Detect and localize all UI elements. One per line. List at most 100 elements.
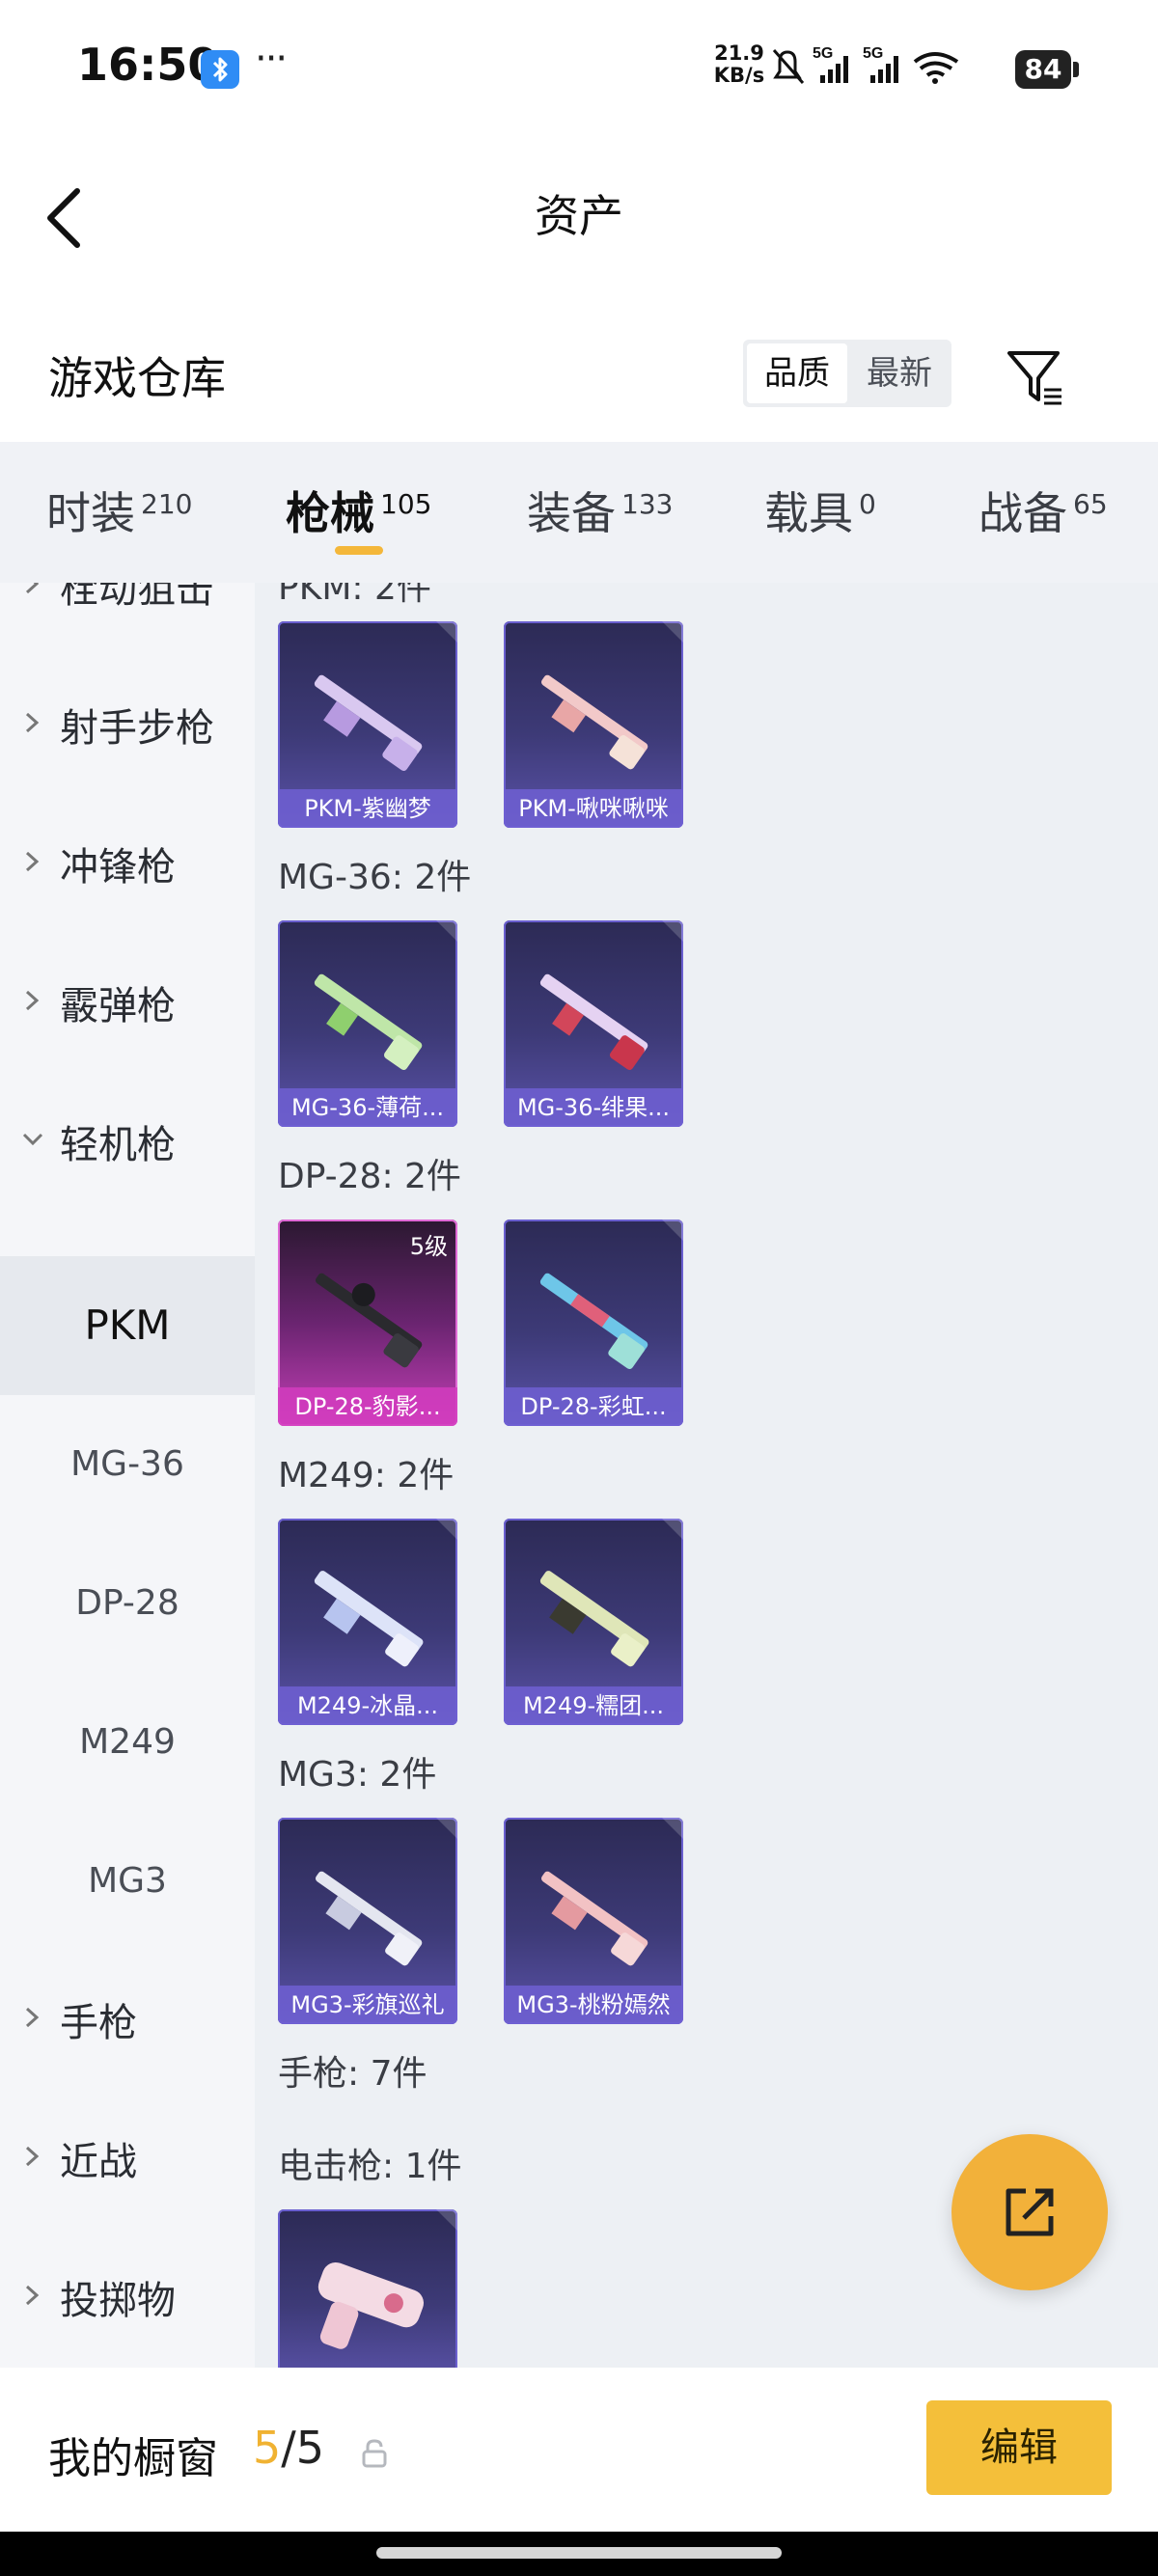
edit-button[interactable]: 编辑 <box>926 2400 1112 2495</box>
share-button[interactable] <box>951 2134 1108 2290</box>
bluetooth-icon <box>201 50 239 89</box>
sidebar-item-smg[interactable]: 冲锋枪 <box>0 795 255 934</box>
gun-image <box>541 674 648 770</box>
more-notifications-icon: ··· <box>255 37 288 81</box>
section-title-pistol: 手枪: 7件 <box>278 2054 427 2094</box>
tab-label: 枪械 <box>286 487 374 539</box>
showcase-current: 5 <box>253 2422 282 2474</box>
sidebar-item-label: 栓动狙击 <box>60 583 214 612</box>
lock-icon <box>362 2439 387 2468</box>
sidebar-item-melee[interactable]: 近战 <box>0 2090 255 2229</box>
card-corner <box>436 621 457 643</box>
card-label: MG-36-薄荷... <box>278 1088 457 1127</box>
section-title-mg3: MG3: 2件 <box>278 1755 437 1795</box>
section-title-pkm: PKM: 2件 <box>278 583 431 608</box>
sort-newest-button[interactable]: 最新 <box>849 343 950 403</box>
section-title-taser: 电击枪: 1件 <box>278 2147 462 2186</box>
item-card[interactable]: M249-糯团... <box>504 1519 683 1725</box>
card-label: DP-28-豹影... <box>278 1387 457 1426</box>
sidebar-item-shotgun[interactable]: 霰弹枪 <box>0 934 255 1073</box>
sidebar-item-label: 射手步枪 <box>60 706 214 751</box>
sidebar-sub-dp28[interactable]: DP-28 <box>0 1534 255 1673</box>
sidebar-item-label: 近战 <box>60 2140 137 2184</box>
share-icon <box>1006 2188 1054 2236</box>
sidebar-item-label: 投掷物 <box>60 2279 176 2323</box>
card-label: MG-36-绯果... <box>504 1088 683 1127</box>
item-card[interactable]: MG3-彩旗巡礼 <box>278 1818 457 2024</box>
tab-equipment[interactable]: 装备 133 <box>527 479 673 546</box>
signal-5g-1-icon: 5G <box>813 45 848 83</box>
card-corner <box>662 1818 683 1839</box>
filter-icon[interactable] <box>1002 343 1069 411</box>
wifi-icon <box>913 52 959 84</box>
sidebar-item-label: 轻机枪 <box>60 1123 176 1167</box>
item-card[interactable]: PKM-紫幽梦 <box>278 621 457 828</box>
sidebar-sub-mg3[interactable]: MG3 <box>0 1812 255 1951</box>
item-card[interactable]: MG-36-薄荷... <box>278 920 457 1127</box>
gun-image <box>314 973 423 1071</box>
sidebar-sub-m249[interactable]: M249 <box>0 1673 255 1812</box>
card-label: MG3-彩旗巡礼 <box>278 1986 457 2024</box>
tab-count: 65 <box>1073 488 1108 520</box>
sidebar-item-marksman[interactable]: 射手步枪 <box>0 656 255 795</box>
item-card[interactable]: DP-28-彩虹... <box>504 1219 683 1426</box>
tab-label: 载具 <box>764 487 853 539</box>
item-card[interactable]: PKM-啾咪啾咪 <box>504 621 683 828</box>
sidebar-item-throwables[interactable]: 投掷物 <box>0 2229 255 2368</box>
card-label: M249-糯团... <box>504 1686 683 1725</box>
chevron-right-icon <box>25 2146 40 2167</box>
card-label: DP-28-彩虹... <box>504 1387 683 1426</box>
mute-icon <box>772 49 805 84</box>
tab-count: 133 <box>621 488 674 520</box>
item-card[interactable]: MG3-桃粉嫣然 <box>504 1818 683 2024</box>
gun-image <box>316 1871 423 1966</box>
tab-label: 战备 <box>979 487 1067 539</box>
card-label: PKM-紫幽梦 <box>278 789 457 828</box>
nav-bar: 资产 <box>0 135 1158 280</box>
card-corner <box>662 621 683 643</box>
svg-text:5G: 5G <box>813 45 833 62</box>
chevron-right-icon <box>25 2285 40 2306</box>
item-card[interactable] <box>278 2209 457 2368</box>
item-card[interactable]: M249-冰晶... <box>278 1519 457 1725</box>
net-speed-unit: KB/s <box>713 64 765 87</box>
tab-vehicles[interactable]: 载具 0 <box>764 479 876 546</box>
chevron-right-icon <box>25 2007 40 2028</box>
showcase-total: /5 <box>281 2422 325 2474</box>
gun-image <box>539 1273 648 1370</box>
status-time: 16:50 <box>77 39 219 91</box>
status-bar: 16:50 ··· 21.9 KB/s 5G 5G 84 <box>0 0 1158 135</box>
card-label: PKM-啾咪啾咪 <box>504 789 683 828</box>
card-corner <box>662 1219 683 1241</box>
tab-firearms[interactable]: 枪械 105 <box>286 479 431 546</box>
sort-quality-button[interactable]: 品质 <box>747 343 847 403</box>
tab-count: 105 <box>380 488 432 520</box>
card-corner <box>662 1519 683 1540</box>
gun-image <box>316 1273 423 1368</box>
signal-5g-2-icon: 5G <box>863 45 898 83</box>
sidebar-sub-mg36[interactable]: MG-36 <box>0 1395 255 1534</box>
home-indicator[interactable] <box>376 2547 782 2559</box>
item-card[interactable]: MG-36-绯果... <box>504 920 683 1127</box>
item-card[interactable]: 5级 DP-28-豹影... <box>278 1219 457 1426</box>
sidebar-sub-pkm[interactable]: PKM <box>0 1256 255 1395</box>
card-corner <box>436 920 457 942</box>
chevron-right-icon <box>25 851 40 872</box>
sidebar-item-label: 手枪 <box>60 2001 137 2045</box>
sidebar: 栓动狙击 射手步枪 冲锋枪 霰弹枪 轻机枪 PKM MG-36 DP-28 M2… <box>0 583 255 2368</box>
tab-label: 装备 <box>527 487 616 539</box>
net-speed: 21.9 KB/s <box>710 42 768 87</box>
tab-fashion[interactable]: 时装 210 <box>46 479 192 546</box>
sidebar-item-lmg[interactable]: 轻机枪 <box>0 1073 255 1212</box>
sidebar-item-bolt-sniper[interactable]: 栓动狙击 <box>0 583 255 656</box>
battery-tip <box>1073 62 1079 77</box>
section-title-mg36: MG-36: 2件 <box>278 858 472 897</box>
tab-supplies[interactable]: 战备 65 <box>979 479 1108 546</box>
gun-image <box>314 1571 424 1667</box>
sidebar-item-pistol[interactable]: 手枪 <box>0 1951 255 2090</box>
section-title-dp28: DP-28: 2件 <box>278 1157 461 1196</box>
card-label: MG3-桃粉嫣然 <box>504 1986 683 2024</box>
gun-image <box>539 973 648 1071</box>
signal-icons: 5G 5G <box>772 45 959 84</box>
chevron-right-icon <box>25 583 40 594</box>
